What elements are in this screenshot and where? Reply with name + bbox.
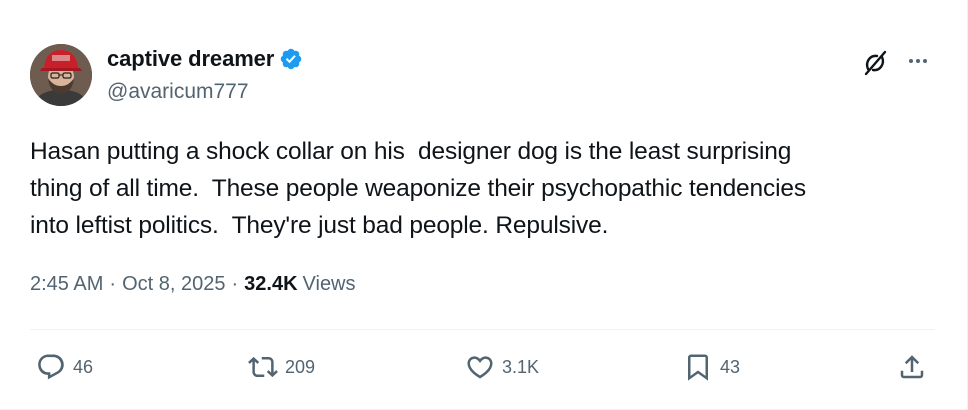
author-handle[interactable]: @avaricum777 xyxy=(107,80,249,104)
heart-icon xyxy=(467,356,493,379)
author-name-row: captive dreamer xyxy=(107,46,303,72)
views-label: Views xyxy=(302,273,356,295)
meta-separator: · xyxy=(109,273,117,295)
share-icon xyxy=(900,355,924,379)
reply-count: 46 xyxy=(73,356,94,377)
tweet-time[interactable]: 2:45 AM xyxy=(30,273,103,296)
author-display-name[interactable]: captive dreamer xyxy=(107,46,274,72)
tweet-meta: 2:45 AM · Oct 8, 2025 · 32.4K Views xyxy=(30,273,356,296)
divider xyxy=(30,329,935,330)
tweet-date[interactable]: Oct 8, 2025 xyxy=(122,273,225,296)
more-dots-icon[interactable] xyxy=(903,48,933,74)
repost-icon xyxy=(248,356,278,378)
like-count: 3.1K xyxy=(502,356,540,377)
grok-icon[interactable] xyxy=(860,48,890,78)
repost-button[interactable]: 209 xyxy=(248,352,315,382)
verified-badge-icon[interactable] xyxy=(279,47,303,71)
avatar-image xyxy=(30,44,92,106)
reply-icon xyxy=(38,354,64,380)
like-button[interactable]: 3.1K xyxy=(465,352,539,382)
share-button[interactable] xyxy=(897,352,927,382)
bookmark-button[interactable]: 43 xyxy=(683,352,740,382)
repost-count: 209 xyxy=(285,356,316,377)
tweet-text: Hasan putting a shock collar on his desi… xyxy=(30,138,806,239)
avatar[interactable] xyxy=(30,44,92,106)
bookmark-icon xyxy=(688,354,708,381)
reply-button[interactable]: 46 xyxy=(36,352,93,382)
views-count: 32.4K xyxy=(244,273,298,295)
meta-separator: · xyxy=(231,273,239,295)
bookmark-count: 43 xyxy=(720,356,741,377)
tweet-card: captive dreamer @avaricum777 Hasan putti… xyxy=(0,0,968,410)
